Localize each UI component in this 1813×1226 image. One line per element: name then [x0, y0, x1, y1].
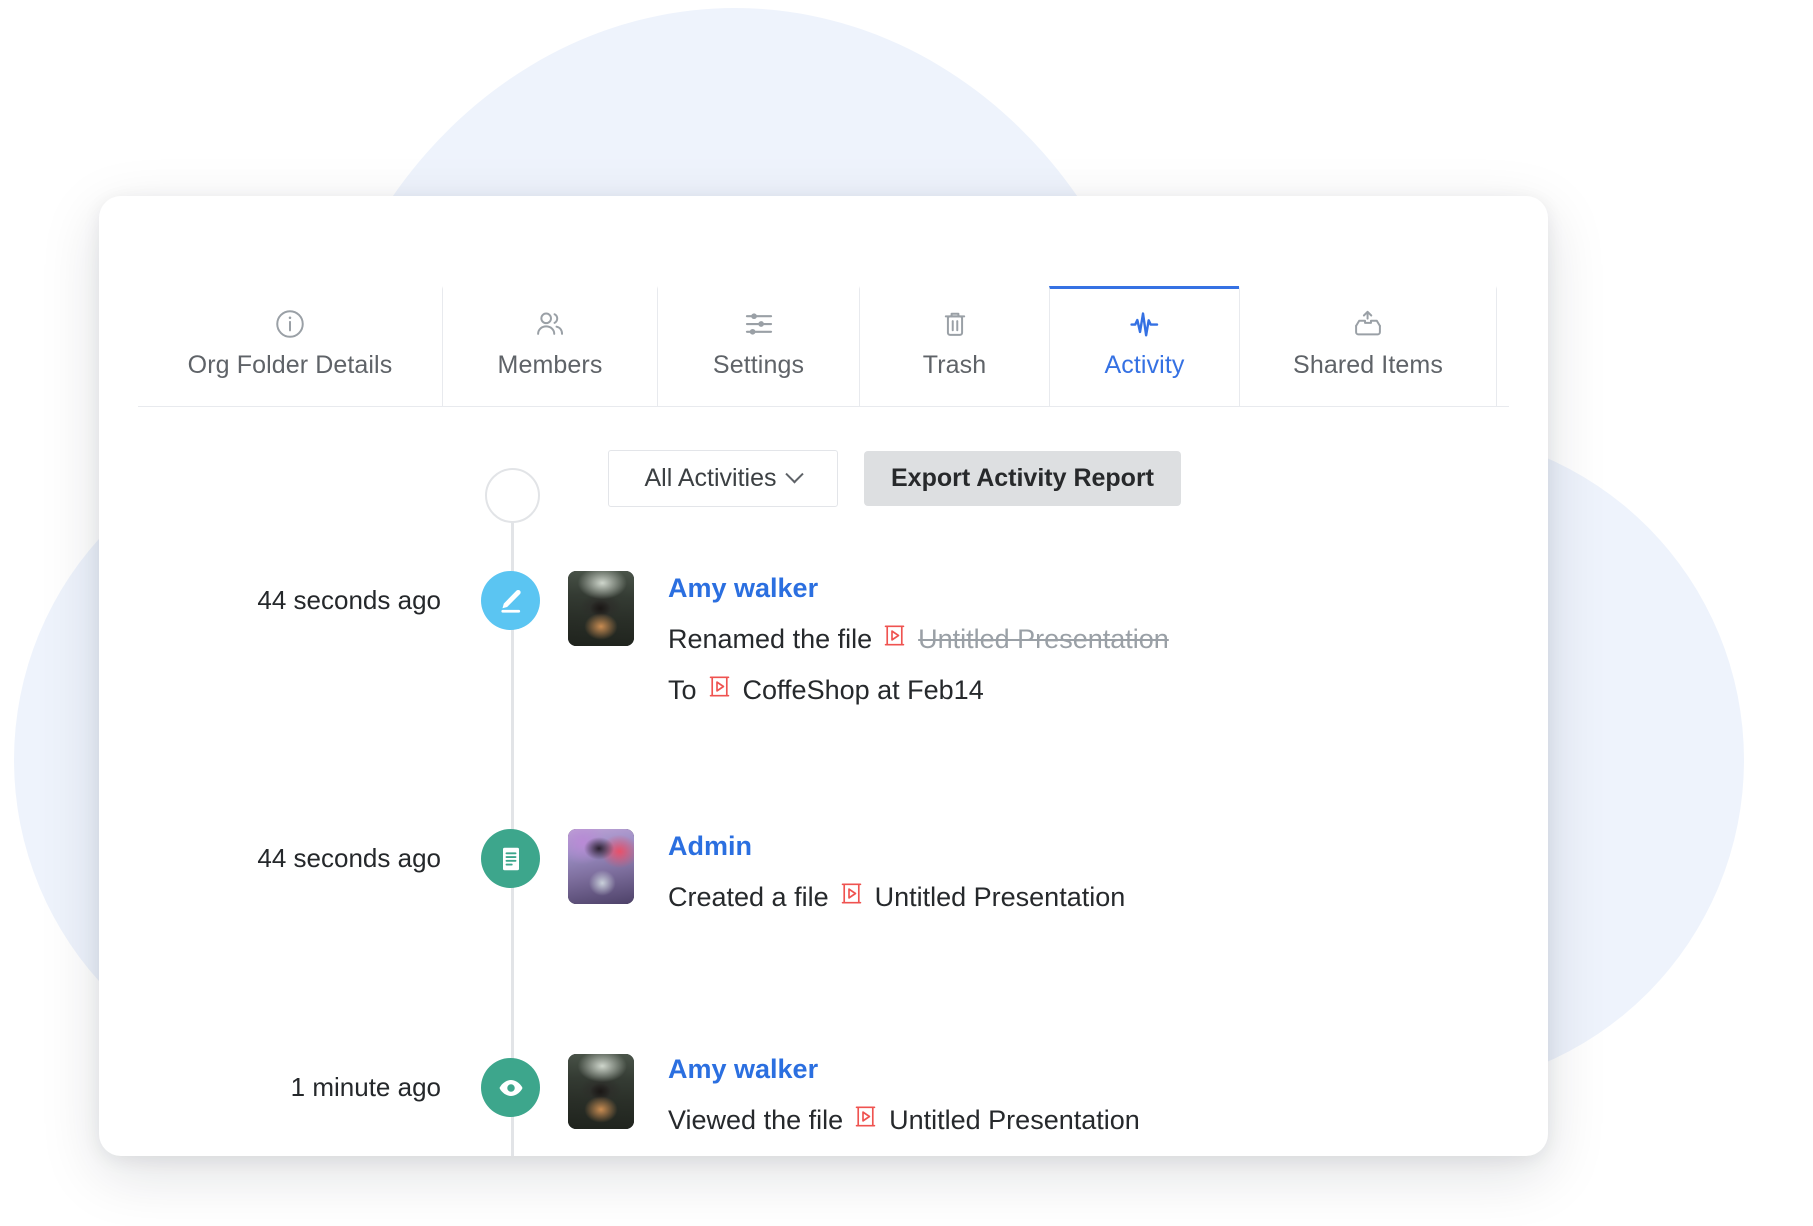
activity-body: Amy walker Renamed the file Untitled Pre… — [668, 571, 1169, 706]
avatar — [568, 1054, 634, 1129]
eye-icon — [496, 1073, 526, 1103]
tab-label: Trash — [922, 351, 987, 379]
activity-entry: 44 seconds ago Admin Created a file Unti… — [99, 829, 1548, 913]
avatar-photo-detail — [568, 1054, 634, 1129]
tab-trash[interactable]: Trash — [859, 286, 1049, 406]
activity-file-name: CoffeShop at Feb14 — [742, 674, 984, 705]
pulse-icon — [1060, 307, 1229, 341]
activity-line-prefix: Renamed the file — [668, 623, 873, 654]
activity-timeline: 44 seconds ago Amy walker Renamed the fi… — [99, 468, 1548, 1156]
activity-timestamp: 44 seconds ago — [257, 843, 441, 873]
activity-file-tag[interactable]: Untitled Presentation — [853, 1104, 1140, 1136]
share-box-icon — [1250, 307, 1486, 341]
activity-file-name: Untitled Presentation — [889, 1104, 1140, 1135]
activity-line: To CoffeShop at Feb14 — [668, 674, 1169, 706]
activity-toolbar: All Activities Export Activity Report — [99, 450, 1548, 507]
activity-filter-value: All Activities — [644, 464, 777, 492]
avatar-photo-detail — [568, 571, 634, 646]
avatar — [568, 571, 634, 646]
activity-file-tag[interactable]: CoffeShop at Feb14 — [707, 674, 984, 706]
sliders-icon — [668, 307, 849, 341]
info-icon — [148, 307, 432, 341]
activity-entry: 44 seconds ago Amy walker Renamed the fi… — [99, 571, 1548, 706]
activity-line: Created a file Untitled Presentation — [668, 881, 1125, 913]
avatar — [568, 829, 634, 904]
presentation-file-icon — [707, 674, 732, 706]
activity-badge-created — [481, 829, 540, 888]
activity-timestamp: 44 seconds ago — [257, 585, 441, 615]
presentation-file-icon — [839, 881, 864, 913]
activity-entry: 1 minute ago Amy walker Viewed the file … — [99, 1030, 1548, 1136]
activity-file-tag[interactable]: Untitled Presentation — [839, 881, 1126, 913]
activity-timestamp: 1 minute ago — [290, 1072, 441, 1102]
activity-file-tag[interactable]: Untitled Presentation — [882, 623, 1169, 655]
activity-file-name: Untitled Presentation — [918, 623, 1169, 654]
tab-label: Members — [497, 351, 603, 379]
activity-line-prefix: Viewed the file — [668, 1104, 844, 1135]
tab-shared-items[interactable]: Shared Items — [1239, 286, 1497, 406]
export-activity-report-button[interactable]: Export Activity Report — [864, 451, 1182, 506]
activity-line-prefix: Created a file — [668, 881, 829, 912]
tab-label: Settings — [712, 351, 805, 379]
members-icon — [453, 307, 647, 341]
activity-badge-viewed — [481, 1058, 540, 1117]
activity-badge-edit — [481, 571, 540, 630]
activity-line: Viewed the file Untitled Presentation — [668, 1104, 1140, 1136]
activity-line-prefix: To — [668, 674, 697, 705]
tab-label: Activity — [1104, 351, 1185, 379]
avatar-photo-detail — [568, 829, 634, 904]
tab-members[interactable]: Members — [442, 286, 657, 406]
activity-actor-link[interactable]: Admin — [668, 831, 752, 862]
activity-body: Amy walker Viewed the file Untitled Pres… — [668, 1052, 1140, 1136]
tab-label: Shared Items — [1293, 351, 1443, 379]
activity-actor-link[interactable]: Amy walker — [668, 573, 818, 604]
activity-actor-link[interactable]: Amy walker — [668, 1054, 1140, 1085]
tab-org-folder-details[interactable]: Org Folder Details — [138, 286, 442, 406]
chevron-down-icon — [785, 465, 805, 484]
activity-filter-select[interactable]: All Activities — [608, 450, 838, 507]
presentation-file-icon — [853, 1104, 878, 1136]
activity-file-name: Untitled Presentation — [874, 881, 1126, 912]
pencil-icon — [495, 585, 526, 616]
document-icon — [496, 844, 526, 874]
trash-icon — [870, 307, 1039, 341]
org-folder-card: Org Folder Details Members Settings Tras… — [99, 196, 1548, 1156]
tab-bar: Org Folder Details Members Settings Tras… — [138, 286, 1509, 407]
activity-body: Admin Created a file Untitled Presentati… — [668, 829, 1125, 913]
tab-activity[interactable]: Activity — [1049, 286, 1239, 406]
page-root: Org Folder Details Members Settings Tras… — [0, 0, 1813, 1226]
tab-label: Org Folder Details — [187, 351, 393, 379]
tab-settings[interactable]: Settings — [657, 286, 859, 406]
timeline-head-node — [485, 468, 540, 523]
activity-line: Renamed the file Untitled Presentation — [668, 623, 1169, 655]
presentation-file-icon — [882, 623, 907, 655]
